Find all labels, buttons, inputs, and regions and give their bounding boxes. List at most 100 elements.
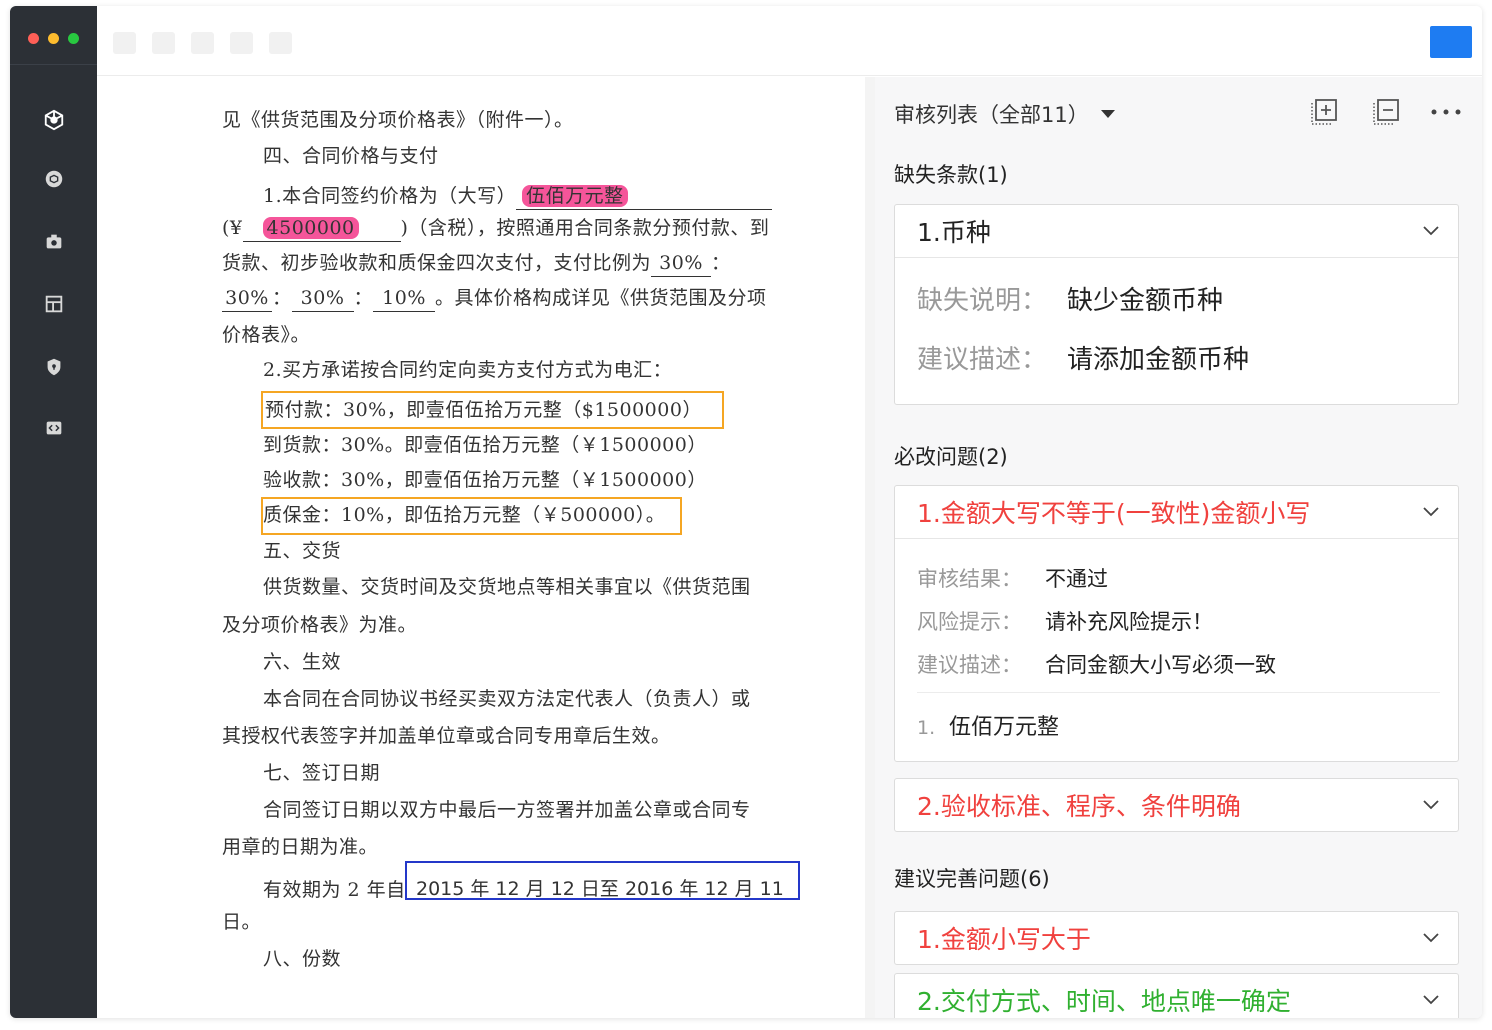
detail-key: 缺失说明： — [917, 286, 1048, 316]
list-item[interactable]: 1. 伍佰万元整 — [917, 709, 1059, 741]
detail-row: 建议描述： 合同金额大小写必须一致 — [917, 649, 1276, 679]
review-list-title: 审核列表（全部11） — [894, 103, 1089, 127]
doc-line: 供货数量、交货时间及交货地点等相关事宜以《供货范围 — [263, 576, 751, 598]
doc-line: 见《供货范围及分项价格表》（附件一）。 — [222, 109, 574, 131]
detail-row: 缺失说明： 缺少金额币种 — [917, 280, 1223, 317]
chevron-down-icon — [1423, 800, 1439, 810]
doc-heading: 四、合同价格与支付 — [263, 145, 439, 167]
section-must-fix-header: 必改问题(2) — [894, 445, 1008, 469]
doc-line: 2.买方承诺按合同约定向卖方支付方式为电汇： — [263, 359, 673, 381]
doc-heading: 五、交货 — [263, 540, 342, 562]
primary-action-button[interactable] — [1430, 26, 1472, 58]
doc-line: 其授权代表签字并加盖单位章或合同专用章后生效。 — [222, 725, 671, 747]
detail-key: 建议描述： — [917, 345, 1048, 375]
toolbar-button-2[interactable] — [152, 32, 175, 54]
sidebar-divider — [10, 64, 97, 65]
must-fix-item-header[interactable]: 1.金额大写不等于(一致性)金额小写 — [895, 486, 1458, 538]
section-suggest-header: 建议完善问题(6) — [894, 867, 1050, 891]
doc-line: 1.本合同签约价格为（大写） 伍佰万元整 — [263, 183, 773, 210]
doc-line: 30%： 30%： 10% 。具体价格构成详见《供货范围及分项 — [222, 285, 767, 312]
doc-text: 。具体价格构成详见《供货范围及分项 — [435, 287, 767, 309]
review-panel: 审核列表（全部11） 缺失条款(1) 1.币种 缺失说明： 缺少金额币种 建议描… — [875, 77, 1482, 1018]
detail-value: 请添加金额币种 — [1067, 345, 1250, 375]
doc-line: 2015 年 12 月 12 日至 2016 年 12 月 11 — [416, 878, 784, 900]
doc-line: 有效期为 2 年自 — [263, 879, 406, 901]
pane-splitter[interactable] — [865, 77, 875, 1018]
sidebar — [10, 6, 97, 1018]
detail-value: 缺少金额币种 — [1067, 286, 1224, 316]
detail-key: 审核结果： — [917, 567, 1022, 591]
chevron-down-icon — [1423, 226, 1439, 236]
app-window: 见《供货范围及分项价格表》（附件一）。 四、合同价格与支付 1.本合同签约价格为… — [10, 6, 1482, 1018]
shield-icon[interactable] — [43, 356, 65, 378]
doc-line: (¥ 4500000 )（含税），按照通用合同条款分预付款、到 — [222, 215, 769, 242]
doc-line: 质保金：10%，即伍拾万元整（￥500000）。 — [263, 504, 666, 526]
doc-heading: 六、生效 — [263, 651, 342, 673]
ratio-value: 10% — [373, 285, 436, 312]
suggest-item-header[interactable]: 2.交付方式、时间、地点唯一确定 — [895, 974, 1458, 1018]
must-fix-item-body: 审核结果： 不通过 风险提示： 请补充风险提示！ 建议描述： 合同金额大小写必须一致 … — [895, 538, 1458, 761]
doc-line: 预付款：30%，即壹佰伍拾万元整（$1500000） — [265, 399, 702, 421]
minimize-window-button[interactable] — [48, 33, 59, 44]
toolbar-button-4[interactable] — [230, 32, 253, 54]
code-icon[interactable] — [43, 417, 65, 439]
missing-item-title: 1.币种 — [917, 218, 991, 247]
expand-all-icon[interactable] — [1307, 95, 1341, 129]
doc-text: )（含税），按照通用合同条款分预付款、到 — [400, 217, 770, 239]
chevron-down-icon — [1100, 110, 1115, 118]
more-options-icon[interactable] — [1429, 95, 1463, 129]
detail-row: 风险提示： 请补充风险提示！ — [917, 606, 1213, 636]
doc-line: 本合同在合同协议书经买卖双方法定代表人（负责人）或 — [263, 688, 751, 710]
missing-item-card: 1.币种 缺失说明： 缺少金额币种 建议描述： 请添加金额币种 — [894, 204, 1459, 405]
doc-text: 货款、初步验收款和质保金四次支付，支付比例为 — [222, 252, 652, 274]
highlight-amount-uppercase[interactable]: 伍佰万元整 — [522, 185, 628, 207]
doc-heading: 八、份数 — [263, 948, 342, 970]
list-text: 伍佰万元整 — [949, 715, 1060, 740]
detail-key: 建议描述： — [917, 653, 1022, 677]
list-number: 1. — [917, 717, 936, 739]
doc-text: (¥ — [222, 217, 243, 239]
doc-line: 合同签订日期以双方中最后一方签署并加盖公章或合同专 — [263, 799, 751, 821]
suggest-item-card: 2.交付方式、时间、地点唯一确定 — [894, 973, 1459, 1018]
ratio-value: 30% — [651, 250, 712, 277]
doc-text: ： — [711, 252, 731, 274]
cluster-icon[interactable] — [43, 109, 65, 131]
must-fix-item-card: 1.金额大写不等于(一致性)金额小写 审核结果： 不通过 风险提示： 请补充风险提示… — [894, 485, 1459, 762]
collapse-all-icon[interactable] — [1369, 95, 1403, 129]
doc-text: 1.本合同签约价格为（大写） — [263, 185, 517, 207]
ratio-value: 30% — [222, 285, 272, 312]
detail-value: 不通过 — [1045, 567, 1108, 591]
window-controls — [28, 33, 79, 44]
doc-text: ： — [272, 287, 292, 309]
divider — [917, 692, 1440, 693]
must-fix-item-card: 2.验收标准、程序、条件明确 — [894, 778, 1459, 832]
doc-line: 价格表》。 — [222, 324, 311, 346]
section-missing-header: 缺失条款(1) — [894, 163, 1008, 187]
detail-key: 风险提示： — [917, 610, 1022, 634]
must-fix-item-title: 2.验收标准、程序、条件明确 — [917, 792, 1241, 821]
highlight-amount-number[interactable]: 4500000 — [262, 217, 359, 239]
missing-item-body: 缺失说明： 缺少金额币种 建议描述： 请添加金额币种 — [895, 257, 1458, 404]
doc-line: 用章的日期为准。 — [222, 836, 379, 858]
doc-line: 验收款：30%，即壹佰伍拾万元整（￥1500000） — [263, 469, 707, 491]
suggest-item-header[interactable]: 1.金额小写大于 — [895, 912, 1458, 964]
toolbar-button-3[interactable] — [191, 32, 214, 54]
toolbar-button-5[interactable] — [269, 32, 292, 54]
layout-icon[interactable] — [43, 293, 65, 315]
detail-row: 建议描述： 请添加金额币种 — [917, 339, 1249, 376]
must-fix-item-header[interactable]: 2.验收标准、程序、条件明确 — [895, 779, 1458, 831]
review-list-dropdown[interactable]: 审核列表（全部11） — [894, 99, 1115, 129]
chevron-down-icon — [1423, 933, 1439, 943]
camera-icon[interactable] — [43, 231, 65, 253]
doc-line: 及分项价格表》为准。 — [222, 614, 418, 636]
detail-row: 审核结果： 不通过 — [917, 563, 1108, 593]
doc-line: 到货款：30%。即壹佰伍拾万元整（￥1500000） — [263, 434, 707, 456]
chevron-down-icon — [1423, 507, 1439, 517]
package-icon[interactable] — [43, 168, 65, 190]
contract-document: 见《供货范围及分项价格表》（附件一）。 四、合同价格与支付 1.本合同签约价格为… — [97, 77, 865, 1018]
missing-item-header[interactable]: 1.币种 — [895, 205, 1458, 257]
maximize-window-button[interactable] — [68, 33, 79, 44]
close-window-button[interactable] — [28, 33, 39, 44]
toolbar-button-1[interactable] — [113, 32, 136, 54]
top-toolbar — [97, 6, 1482, 76]
